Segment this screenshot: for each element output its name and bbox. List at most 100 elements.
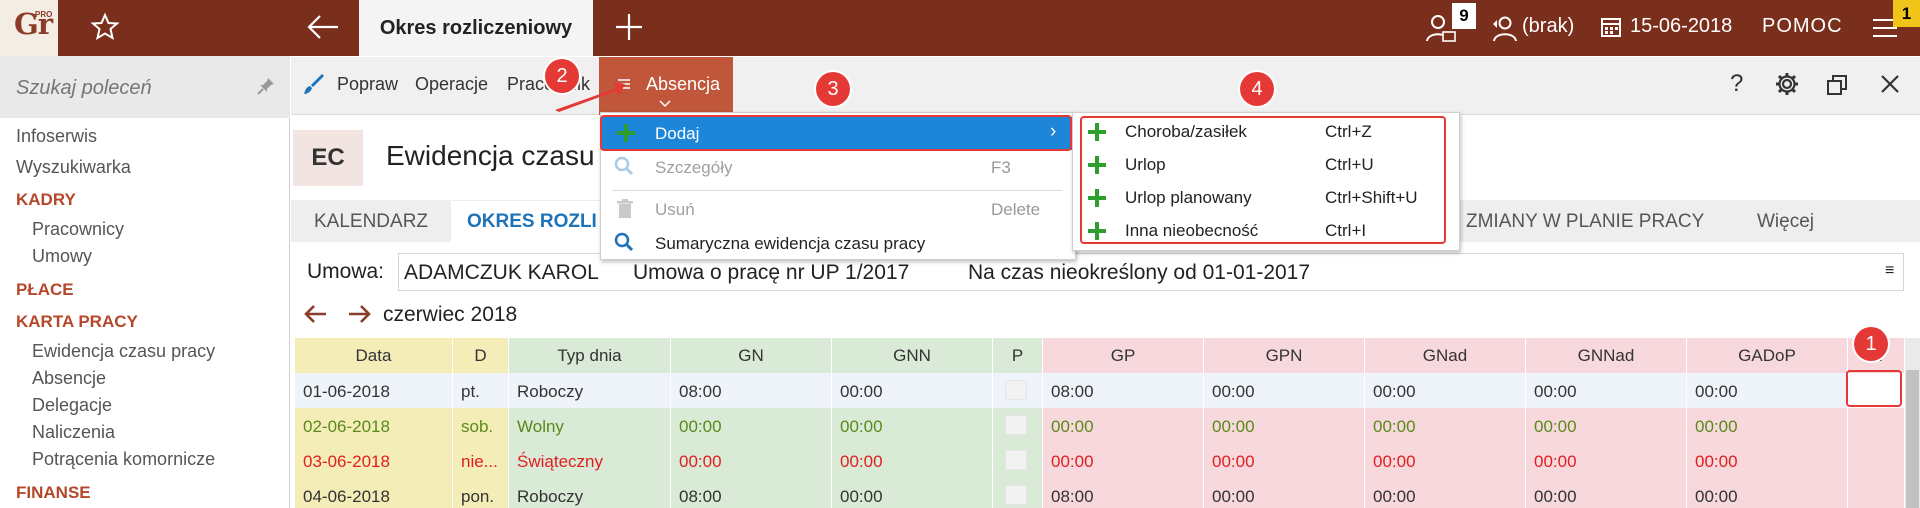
cell-gadop[interactable]: 00:00 <box>1687 373 1848 408</box>
cell-gnn[interactable]: 00:00 <box>832 443 993 478</box>
cell-gnnad[interactable]: 00:00 <box>1526 478 1687 508</box>
cell-gnad[interactable]: 00:00 <box>1365 408 1526 443</box>
cell-gp[interactable]: 00:00 <box>1043 443 1204 478</box>
p-checkbox[interactable] <box>1005 485 1027 505</box>
cell-d[interactable]: nie... <box>453 443 509 478</box>
cell-type[interactable]: Roboczy <box>509 478 671 508</box>
help-button[interactable]: POMOC <box>1762 15 1843 38</box>
cell-p[interactable] <box>993 373 1043 408</box>
cell-gn[interactable]: 00:00 <box>671 443 832 478</box>
brush-icon[interactable] <box>302 72 326 96</box>
p-checkbox[interactable] <box>1005 380 1027 400</box>
sidebar-item-infoserwis[interactable]: Infoserwis <box>16 126 97 147</box>
table-row[interactable]: 03-06-2018 nie... Świąteczny 00:00 00:00 00:0… <box>295 443 1905 478</box>
cell-gpn[interactable]: 00:00 <box>1204 373 1365 408</box>
cell-p[interactable] <box>993 443 1043 478</box>
p-checkbox[interactable] <box>1005 415 1027 435</box>
col-header-gadop[interactable]: GADoP <box>1687 338 1848 373</box>
col-header-gnad[interactable]: GNad <box>1365 338 1526 373</box>
sidebar-item-potracenia[interactable]: Potrącenia komornicze <box>32 449 215 470</box>
cell-gnad[interactable]: 00:00 <box>1365 373 1526 408</box>
close-icon[interactable] <box>1880 74 1900 94</box>
sidebar-item-delegacje[interactable]: Delegacje <box>32 395 112 416</box>
sidebar-section-place[interactable]: PŁACE <box>16 280 74 300</box>
operacje-menu[interactable]: Operacje <box>415 74 488 95</box>
sidebar-section-finanse[interactable]: FINANSE <box>16 483 91 503</box>
tab-okres-rozliczeniowy[interactable]: Okres rozliczeniowy <box>359 0 593 56</box>
cell-date[interactable]: 01-06-2018 <box>295 373 453 408</box>
cell-gadop[interactable]: 00:00 <box>1687 478 1848 508</box>
cell-gn[interactable]: 08:00 <box>671 373 832 408</box>
cell-gnnad[interactable]: 00:00 <box>1526 408 1687 443</box>
next-month-arrow-icon[interactable] <box>347 304 371 324</box>
sidebar-item-umowy[interactable]: Umowy <box>32 246 92 267</box>
cell-type[interactable]: Roboczy <box>509 373 671 408</box>
sidebar-item-ewidencja[interactable]: Ewidencja czasu pracy <box>32 341 215 362</box>
col-header-gnnad[interactable]: GNNad <box>1526 338 1687 373</box>
cell-gnn[interactable]: 00:00 <box>832 373 993 408</box>
notification-count-badge[interactable]: 9 <box>1452 3 1476 29</box>
cell-gnn[interactable]: 00:00 <box>832 478 993 508</box>
gear-icon[interactable] <box>1775 72 1799 96</box>
col-header-gpn[interactable]: GPN <box>1204 338 1365 373</box>
cell-type[interactable]: Wolny <box>509 408 671 443</box>
tab-wiecej[interactable]: Więcej <box>1757 211 1814 233</box>
menu-item-szczegoly[interactable]: Szczegóły <box>655 158 732 178</box>
col-header-p[interactable]: P <box>993 338 1043 373</box>
cell-gn[interactable]: 08:00 <box>671 478 832 508</box>
cell-a[interactable] <box>1848 408 1905 443</box>
sidebar-item-wyszukiwarka[interactable]: Wyszukiwarka <box>16 157 131 178</box>
cell-d[interactable]: pon. <box>453 478 509 508</box>
working-date[interactable]: 15-06-2018 <box>1630 15 1732 38</box>
grid-scrollbar-thumb[interactable] <box>1906 370 1919 508</box>
menu-item-usun[interactable]: Usuń <box>655 200 695 220</box>
table-row[interactable]: 02-06-2018 sob. Wolny 00:00 00:00 00:00 00:00 0… <box>295 408 1905 443</box>
menu-item-sumaryczna-ewidencja[interactable]: Sumaryczna ewidencja czasu pracy <box>655 234 925 254</box>
cell-gadop[interactable]: 00:00 <box>1687 408 1848 443</box>
cell-p[interactable] <box>993 478 1043 508</box>
col-header-gp[interactable]: GP <box>1043 338 1204 373</box>
cell-d[interactable]: sob. <box>453 408 509 443</box>
tab-zmiany-w-planie-pracy[interactable]: ZMIANY W PLANIE PRACY <box>1466 211 1704 233</box>
sidebar-section-kadry[interactable]: KADRY <box>16 190 76 210</box>
cell-d[interactable]: pt. <box>453 373 509 408</box>
sidebar-item-naliczenia[interactable]: Naliczenia <box>32 422 115 443</box>
sidebar-item-pracownicy[interactable]: Pracownicy <box>32 219 124 240</box>
sidebar-section-karta-pracy[interactable]: KARTA PRACY <box>16 312 138 332</box>
cell-date[interactable]: 03-06-2018 <box>295 443 453 478</box>
sidebar-item-absencje[interactable]: Absencje <box>32 368 106 389</box>
cell-p[interactable] <box>993 408 1043 443</box>
cell-gadop[interactable]: 00:00 <box>1687 443 1848 478</box>
help-icon[interactable]: ? <box>1730 70 1743 98</box>
cell-gnnad[interactable]: 00:00 <box>1526 373 1687 408</box>
cell-a[interactable] <box>1848 443 1905 478</box>
cell-date[interactable]: 04-06-2018 <box>295 478 453 508</box>
cell-type[interactable]: Świąteczny <box>509 443 671 478</box>
tab-okres-rozliczeniowy-content[interactable]: OKRES ROZLI <box>451 201 601 242</box>
tab-kalendarz[interactable]: KALENDARZ <box>314 211 428 233</box>
col-header-typ-dnia[interactable]: Typ dnia <box>509 338 671 373</box>
absencja-label[interactable]: Absencja <box>646 74 720 95</box>
col-header-gn[interactable]: GN <box>671 338 832 373</box>
cell-gpn[interactable]: 00:00 <box>1204 443 1365 478</box>
user-status-icon[interactable] <box>1491 14 1521 42</box>
pin-icon[interactable] <box>256 76 276 96</box>
cell-gp[interactable]: 08:00 <box>1043 478 1204 508</box>
col-header-data[interactable]: Data <box>295 338 453 373</box>
cell-gpn[interactable]: 00:00 <box>1204 478 1365 508</box>
umowa-menu-icon[interactable]: ≡ <box>1885 262 1894 280</box>
cell-gp[interactable]: 08:00 <box>1043 373 1204 408</box>
cell-a[interactable] <box>1848 478 1905 508</box>
back-arrow-icon[interactable] <box>305 12 341 42</box>
cell-date[interactable]: 02-06-2018 <box>295 408 453 443</box>
user-status-label[interactable]: (brak) <box>1522 15 1574 38</box>
search-commands-input[interactable] <box>16 74 246 102</box>
popraw-button[interactable]: Popraw <box>337 74 398 95</box>
table-row[interactable]: 04-06-2018 pon. Roboczy 08:00 00:00 08:00 00:0… <box>295 478 1905 508</box>
previous-month-arrow-icon[interactable] <box>304 304 328 324</box>
p-checkbox[interactable] <box>1005 450 1027 470</box>
cell-gn[interactable]: 00:00 <box>671 408 832 443</box>
cell-gnad[interactable]: 00:00 <box>1365 478 1526 508</box>
restore-window-icon[interactable] <box>1826 74 1848 96</box>
cell-gpn[interactable]: 00:00 <box>1204 408 1365 443</box>
